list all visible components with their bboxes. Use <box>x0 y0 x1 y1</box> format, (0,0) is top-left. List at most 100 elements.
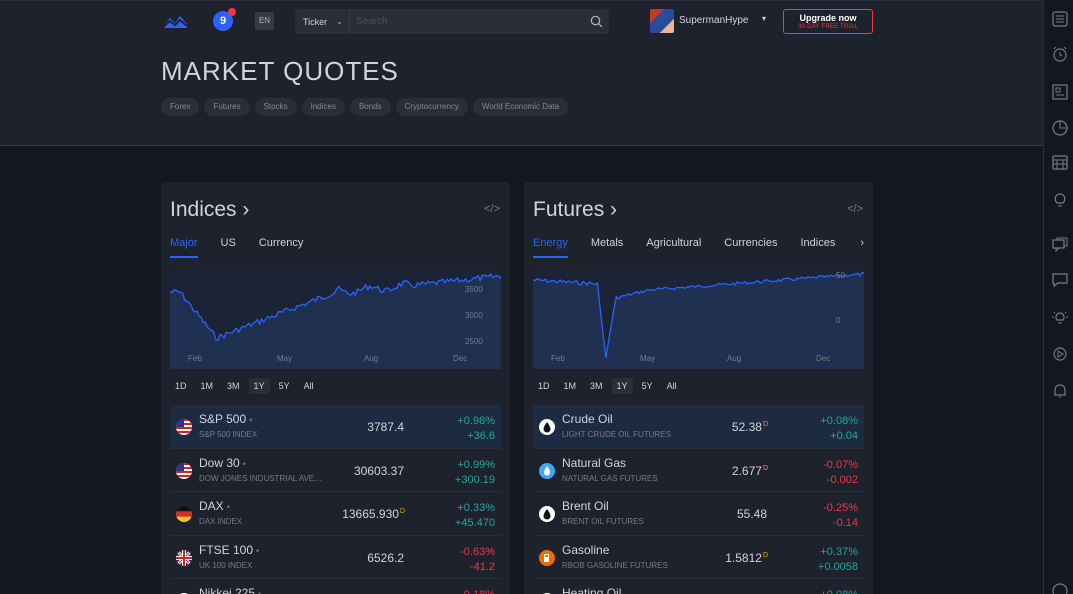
tab-agricultural[interactable]: Agricultural <box>646 237 701 258</box>
ideas-icon[interactable] <box>1051 309 1069 327</box>
indices-tabs: Major US Currency <box>170 237 303 258</box>
symbol-name[interactable]: FTSE 100 • <box>199 543 259 557</box>
chat-icon[interactable] <box>1051 236 1069 254</box>
range-5y[interactable]: 5Y <box>274 378 295 394</box>
change-absolute: +0.0058 <box>817 560 858 573</box>
ticker-dropdown[interactable]: Ticker ⌄ <box>295 9 350 34</box>
range-all[interactable]: All <box>662 378 682 394</box>
table-row[interactable]: FTSE 100 • UK 100 INDEX 6526.2 -0.63% -41.2 <box>170 536 501 580</box>
table-row[interactable]: Heating Oil +0.08% <box>533 579 864 594</box>
indices-title[interactable]: Indices › <box>170 198 249 222</box>
table-row[interactable]: DAX • DAX INDEX 13665.930D +0.33% +45.470 <box>170 492 501 536</box>
avatar[interactable] <box>650 9 674 33</box>
table-row[interactable]: Brent Oil BRENT OIL FUTURES 55.48 -0.25% -0.… <box>533 492 864 536</box>
pie-chart-icon[interactable] <box>1051 119 1069 137</box>
table-row[interactable]: Gasoline RBOB GASOLINE FUTURES 1.5812D +0.3… <box>533 536 864 580</box>
username[interactable]: SupermanHype <box>679 15 748 26</box>
notification-dot <box>228 8 236 16</box>
symbol-name[interactable]: Crude Oil <box>562 412 613 426</box>
range-3m[interactable]: 3M <box>222 378 245 394</box>
range-1y[interactable]: 1Y <box>611 378 633 394</box>
streams-icon[interactable] <box>1051 345 1069 363</box>
range-1y[interactable]: 1Y <box>248 378 270 394</box>
range-1m[interactable]: 1M <box>196 378 219 394</box>
symbol-name[interactable]: Nikkei 225• <box>199 586 261 594</box>
futures-chart[interactable]: 50 0 Feb May Aug Dec <box>533 270 864 369</box>
range-all[interactable]: All <box>299 378 319 394</box>
page-title: MARKET QUOTES <box>161 56 399 86</box>
news-icon[interactable] <box>1051 83 1069 101</box>
search-input[interactable] <box>350 9 583 34</box>
range-1d[interactable]: 1D <box>533 378 555 394</box>
symbol-name[interactable]: Natural Gas <box>562 456 626 470</box>
embed-code-icon[interactable]: </> <box>484 203 500 215</box>
symbol-name[interactable]: DAX • <box>199 499 230 513</box>
top-bar: 9 EN Ticker ⌄ SupermanHype ▾ Upgrade now… <box>0 0 1043 40</box>
tab-currency[interactable]: Currency <box>259 237 304 258</box>
category-world-economic-data[interactable]: World Economic Data <box>472 98 569 116</box>
search-icon[interactable] <box>583 9 609 34</box>
user-menu-chevron-icon[interactable]: ▾ <box>762 14 766 23</box>
category-forex[interactable]: Forex <box>161 98 200 116</box>
tab-metals[interactable]: Metals <box>591 237 623 258</box>
symbol-name[interactable]: Dow 30 • <box>199 456 246 470</box>
tab-indices[interactable]: Indices <box>800 237 835 258</box>
message-icon[interactable] <box>1051 271 1069 289</box>
change-absolute: -0.002 <box>826 473 858 486</box>
symbol-name[interactable]: Gasoline <box>562 543 609 557</box>
change-absolute: +36.6 <box>467 430 495 442</box>
symbol-price: 1.5812D <box>725 551 768 565</box>
table-row[interactable]: S&P 500 • S&P 500 INDEX 3787.4 +0.98% +36.6 <box>170 405 501 449</box>
help-icon[interactable] <box>1051 582 1069 594</box>
range-3m[interactable]: 3M <box>585 378 608 394</box>
table-row[interactable]: Nikkei 225• -0.18% <box>170 579 501 594</box>
category-bonds[interactable]: Bonds <box>349 98 391 116</box>
symbol-price: 13665.930D <box>342 507 405 521</box>
category-indices[interactable]: Indices <box>301 98 345 116</box>
table-row[interactable]: Crude Oil LIGHT CRUDE OIL FUTURES 52.38D +0… <box>533 405 864 449</box>
calendar-icon[interactable] <box>1051 153 1069 171</box>
tab-energy[interactable]: Energy <box>533 237 568 258</box>
symbol-name[interactable]: Heating Oil <box>562 586 621 594</box>
notifications-badge[interactable]: 9 <box>213 8 236 31</box>
symbol-name[interactable]: Brent Oil <box>562 499 609 513</box>
table-row[interactable]: Dow 30 • DOW JONES INDUSTRIAL AVE… 30603.37… <box>170 449 501 493</box>
us-flag-icon <box>176 462 192 479</box>
tradingview-logo-icon[interactable] <box>160 12 188 30</box>
x-tick: May <box>640 354 655 363</box>
range-5y[interactable]: 5Y <box>637 378 658 394</box>
language-button[interactable]: EN <box>255 12 274 30</box>
chevron-right-icon[interactable]: › <box>860 237 864 249</box>
symbol-change: -0.18% <box>460 588 495 594</box>
x-tick: Feb <box>188 354 202 363</box>
symbol-name[interactable]: S&P 500 • <box>199 412 252 426</box>
alarm-clock-icon[interactable] <box>1051 45 1069 63</box>
symbol-description: DAX INDEX <box>199 517 243 527</box>
tab-major[interactable]: Major <box>170 237 198 258</box>
category-futures[interactable]: Futures <box>204 98 250 116</box>
tab-us[interactable]: US <box>221 237 236 258</box>
gasoline-flag-icon <box>539 549 555 566</box>
category-stocks[interactable]: Stocks <box>254 98 297 116</box>
tab-currencies[interactable]: Currencies <box>724 237 777 258</box>
futures-title[interactable]: Futures › <box>533 198 617 222</box>
delayed-marker: D <box>762 464 768 472</box>
change-percent: +0.33% <box>457 502 495 515</box>
bell-icon[interactable] <box>1051 382 1069 400</box>
symbol-description: DOW JONES INDUSTRIAL AVE… <box>199 473 323 483</box>
category-cryptocurrency[interactable]: Cryptocurrency <box>395 98 468 116</box>
range-1d[interactable]: 1D <box>170 378 192 394</box>
lightbulb-icon[interactable] <box>1051 191 1069 209</box>
embed-code-icon[interactable]: </> <box>847 203 863 215</box>
range-1m[interactable]: 1M <box>559 378 582 394</box>
symbol-name-text: Natural Gas <box>562 455 627 470</box>
notification-count: 9 <box>219 15 227 27</box>
symbol-price: 6526.2 <box>367 551 405 565</box>
indices-chart[interactable]: 3500 3000 2500 Feb May Aug Dec <box>170 270 501 369</box>
market-status-dot-icon: • <box>242 458 246 469</box>
change-percent: -0.07% <box>823 458 858 471</box>
watchlist-icon[interactable] <box>1051 10 1069 28</box>
change-percent: -0.63% <box>460 545 495 558</box>
upgrade-button[interactable]: Upgrade now 30-DAY FREE TRIAL <box>783 9 873 34</box>
table-row[interactable]: Natural Gas NATURAL GAS FUTURES 2.677D -0.0… <box>533 449 864 493</box>
